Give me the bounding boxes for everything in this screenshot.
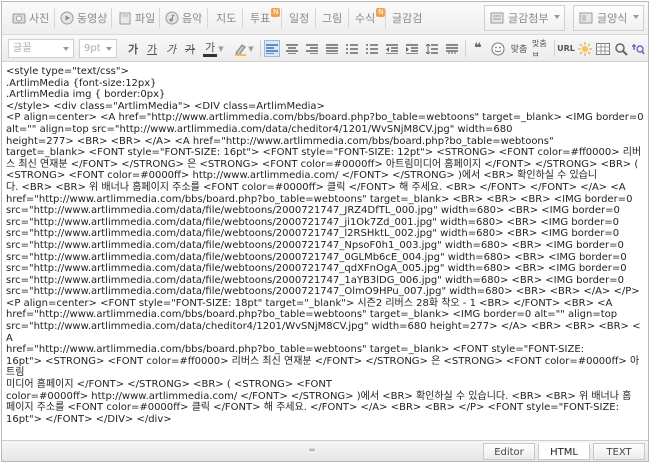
bullet-list-icon [366, 43, 378, 54]
strikethrough-button[interactable]: 가 [182, 40, 198, 57]
new-badge: N [271, 7, 281, 17]
insert-poll-button[interactable]: 투표 N [250, 6, 281, 30]
paragraph-icon [446, 43, 458, 53]
insert-toolbar: 사진 동영상 파일 음악 지도 투표 N 일정 그림 수식 N 글감검 글감첨부… [2, 2, 648, 35]
spellcheck-button[interactable]: 맞춤 [508, 40, 530, 57]
find-button[interactable] [613, 40, 629, 57]
attach-material-dropdown[interactable]: 글감첨부 [484, 5, 565, 31]
html-editor: 사진 동영상 파일 음악 지도 투표 N 일정 그림 수식 N 글감검 글감첨부… [1, 1, 649, 462]
line-height-button[interactable] [424, 40, 440, 57]
font-family-select[interactable]: 글꼴 [8, 39, 74, 58]
table-icon [596, 42, 610, 55]
new-badge: N [376, 7, 386, 17]
insert-formula-button[interactable]: 수식 N [355, 6, 386, 30]
chevron-down-icon [554, 15, 560, 19]
bullet-list-button[interactable] [364, 40, 380, 57]
link-button[interactable]: URL [557, 40, 575, 57]
toolbar-divider [554, 40, 555, 57]
toolbar-divider [54, 8, 55, 28]
toolbar-divider [207, 8, 208, 28]
insert-drawing-button[interactable]: 그림 [322, 6, 342, 30]
find-replace-icon [632, 43, 645, 54]
tab-text[interactable]: TEXT [593, 443, 645, 460]
insert-file-button[interactable]: 파일 [118, 6, 155, 30]
insert-video-button[interactable]: 동영상 [60, 6, 107, 30]
sun-icon [578, 41, 592, 56]
insert-photo-button[interactable]: 사진 [12, 6, 49, 30]
video-icon [60, 11, 74, 25]
quote-button[interactable]: ❝ [470, 40, 486, 57]
line-height-icon [426, 43, 438, 54]
insert-music-button[interactable]: 음악 [165, 6, 202, 30]
align-left-icon [266, 43, 278, 54]
toolbar-divider [159, 8, 160, 28]
font-color-button[interactable]: 가 [203, 40, 217, 57]
html-source-textarea[interactable]: <style type="text/css"> .ArtlimMedia {fo… [2, 63, 648, 440]
numbered-list-icon [346, 43, 358, 54]
toolbar-divider [465, 40, 466, 57]
toolbar-divider [281, 8, 282, 28]
chevron-down-icon [106, 47, 112, 51]
smiley-icon [491, 42, 505, 55]
outdent-button[interactable] [384, 40, 400, 57]
insert-schedule-button[interactable]: 일정 [289, 6, 309, 30]
music-icon [165, 11, 179, 25]
align-right-button[interactable] [304, 40, 320, 57]
tab-html[interactable]: HTML [538, 443, 590, 460]
chevron-down-icon [63, 47, 69, 51]
align-left-button[interactable] [264, 40, 280, 57]
resize-handle-icon[interactable]: ═ [304, 447, 320, 456]
align-right-icon [306, 43, 318, 54]
italic-button[interactable]: 가 [163, 40, 179, 57]
toolbar-divider [242, 8, 243, 28]
bold-button[interactable]: 가 [125, 40, 141, 57]
chevron-down-icon[interactable]: ▼ [217, 40, 225, 57]
highlighter-icon [235, 43, 246, 56]
align-center-icon [286, 43, 298, 54]
underline-button[interactable]: 가 [144, 40, 160, 57]
spellcheck-advanced-button[interactable]: 맞춤ㅂ [532, 39, 550, 59]
attach-icon [490, 12, 504, 24]
align-justify-icon [326, 43, 338, 54]
outdent-icon [386, 43, 398, 54]
font-size-select[interactable]: 9pt [79, 39, 117, 58]
indent-icon [406, 43, 418, 54]
mode-bar: ═ Editor HTML TEXT [2, 440, 648, 461]
file-icon [118, 11, 132, 25]
emoticon-button[interactable] [490, 40, 506, 57]
toolbar-divider [111, 8, 112, 28]
replace-button[interactable] [630, 40, 646, 57]
indent-button[interactable] [404, 40, 420, 57]
toolbar-divider [385, 8, 386, 28]
tab-editor[interactable]: Editor [483, 443, 535, 460]
magnifier-icon [615, 42, 628, 56]
chevron-down-icon [633, 15, 639, 19]
photo-icon [12, 11, 26, 25]
format-toolbar: 글꼴 9pt 가 가 가 가 가 ▼ ▼ ❝ 맞춤 맞춤ㅂ URL [2, 35, 648, 62]
template-dropdown[interactable]: 글양식 [573, 5, 644, 31]
special-char-button[interactable] [577, 40, 593, 57]
paragraph-button[interactable] [444, 40, 460, 57]
insert-material-button[interactable]: 글감검 [392, 6, 422, 30]
chevron-down-icon[interactable]: ▼ [247, 40, 255, 57]
insert-map-button[interactable]: 지도 [216, 6, 236, 30]
toolbar-divider [315, 8, 316, 28]
table-button[interactable] [595, 40, 611, 57]
highlight-button[interactable] [232, 40, 248, 57]
numbered-list-button[interactable] [344, 40, 360, 57]
toolbar-divider [260, 40, 261, 57]
align-justify-button[interactable] [324, 40, 340, 57]
template-icon [579, 12, 593, 24]
toolbar-divider [348, 8, 349, 28]
align-center-button[interactable] [284, 40, 300, 57]
